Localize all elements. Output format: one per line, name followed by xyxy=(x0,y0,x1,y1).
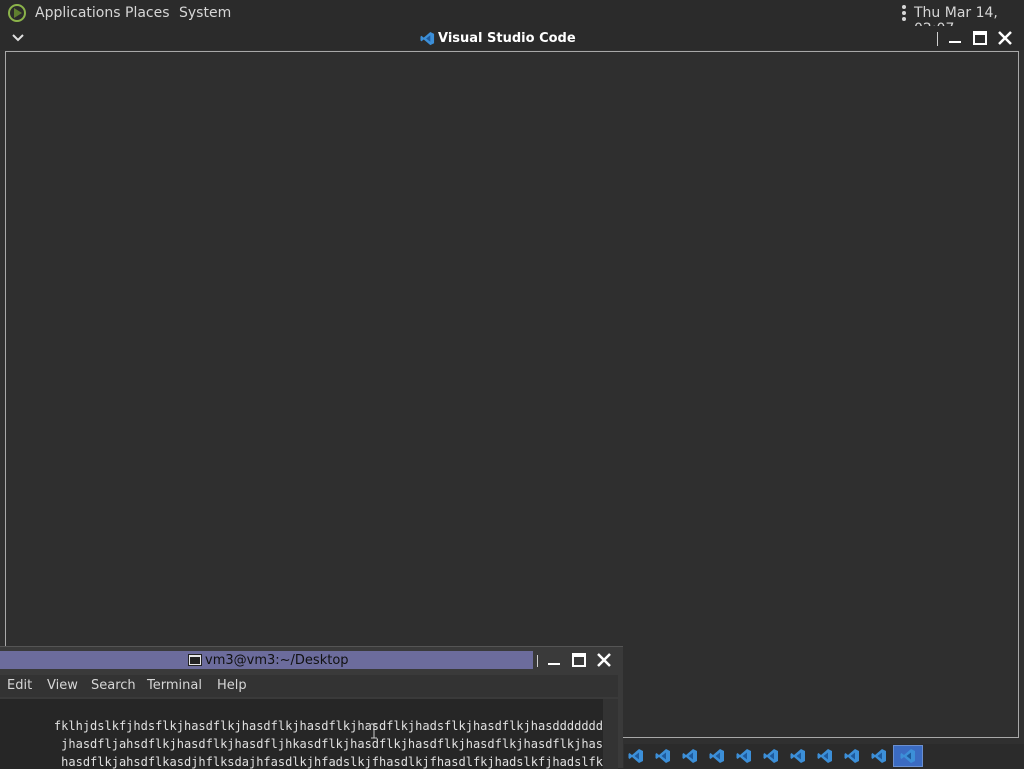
taskbar xyxy=(624,744,1024,768)
vscode-titlebar[interactable]: Visual Studio Code xyxy=(0,26,1024,50)
close-icon[interactable] xyxy=(596,652,612,668)
vscode-icon xyxy=(900,749,915,763)
maximize-icon[interactable] xyxy=(571,652,587,668)
menu-places[interactable]: Places xyxy=(125,5,170,21)
taskbar-vscode-icon-active[interactable] xyxy=(893,745,923,767)
vscode-title-text: Visual Studio Code xyxy=(438,30,576,46)
terminal-title: vm3@vm3:~/Desktop xyxy=(188,651,349,669)
taskbar-vscode-icon[interactable] xyxy=(763,748,779,764)
menu-search[interactable]: Search xyxy=(91,678,136,693)
terminal-output[interactable]: fklhjdslkfjhdsflkjhasdflkjhasdflkjhasdfl… xyxy=(0,699,603,769)
distro-logo-icon[interactable] xyxy=(7,3,27,23)
kebab-menu-icon[interactable] xyxy=(901,4,907,22)
terminal-icon xyxy=(188,654,202,666)
minimize-icon[interactable] xyxy=(546,652,562,668)
vscode-logo-icon xyxy=(420,31,435,45)
menu-terminal[interactable]: Terminal xyxy=(147,678,202,693)
terminal-title-divider xyxy=(537,655,538,667)
taskbar-vscode-icon[interactable] xyxy=(871,748,887,764)
top-panel: Applications Places System Thu Mar 14, 0… xyxy=(0,0,1024,37)
terminal-line: hasdflkjahsdflkasdjhflksdajhfasdlkjhfads… xyxy=(61,755,603,769)
vscode-title: Visual Studio Code xyxy=(420,29,576,47)
taskbar-vscode-icon[interactable] xyxy=(736,748,752,764)
menu-applications[interactable]: Applications xyxy=(35,5,121,21)
menu-help[interactable]: Help xyxy=(217,678,247,693)
chevron-down-icon[interactable] xyxy=(11,32,25,44)
terminal-window: vm3@vm3:~/Desktop Edit View Search Termi… xyxy=(0,646,623,769)
taskbar-vscode-icon[interactable] xyxy=(844,748,860,764)
taskbar-vscode-icon[interactable] xyxy=(628,748,644,764)
taskbar-vscode-icon[interactable] xyxy=(709,748,725,764)
terminal-scrollbar[interactable] xyxy=(603,699,618,769)
minimize-icon[interactable] xyxy=(947,30,963,46)
terminal-line: jhasdfljahsdflkjhasdflkjhasdfljhkasdflkj… xyxy=(61,737,603,751)
text-cursor-icon xyxy=(371,723,377,739)
terminal-line: fklhjdslkfjhdsflkjhasdflkjhasdflkjhasdfl… xyxy=(53,719,603,733)
close-icon[interactable] xyxy=(997,30,1013,46)
menu-edit[interactable]: Edit xyxy=(7,678,32,693)
menu-view[interactable]: View xyxy=(47,678,78,693)
vscode-content-area[interactable] xyxy=(5,51,1019,738)
taskbar-vscode-icon[interactable] xyxy=(817,748,833,764)
title-divider xyxy=(937,32,938,46)
terminal-menubar: Edit View Search Terminal Help xyxy=(0,675,618,697)
menu-system[interactable]: System xyxy=(179,5,231,21)
taskbar-vscode-icon[interactable] xyxy=(655,748,671,764)
taskbar-vscode-icon[interactable] xyxy=(682,748,698,764)
maximize-icon[interactable] xyxy=(972,30,988,46)
terminal-title-text: vm3@vm3:~/Desktop xyxy=(205,652,349,668)
taskbar-vscode-icon[interactable] xyxy=(790,748,806,764)
